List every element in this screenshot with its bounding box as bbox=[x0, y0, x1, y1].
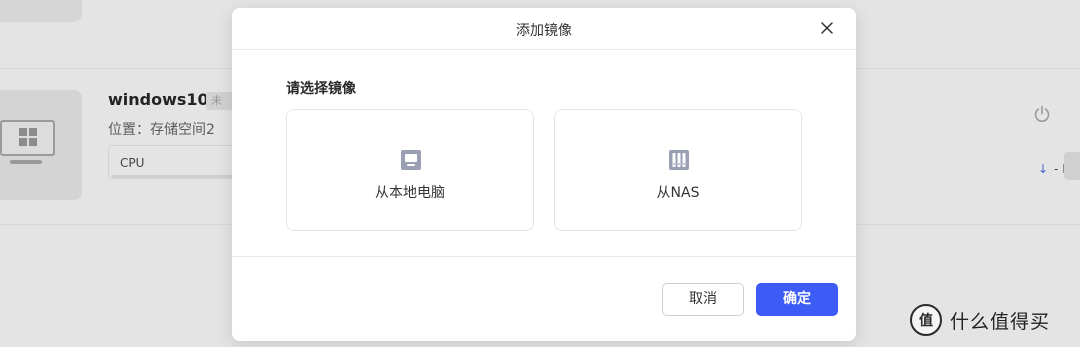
option-from-nas[interactable]: 从NAS bbox=[554, 109, 802, 231]
power-icon[interactable] bbox=[1032, 104, 1052, 124]
option-from-local-computer[interactable]: 从本地电脑 bbox=[286, 109, 534, 231]
cancel-button[interactable]: 取消 bbox=[662, 283, 744, 316]
watermark-logo-icon: 值 bbox=[910, 304, 942, 336]
option-label: 从本地电脑 bbox=[375, 185, 445, 201]
footer-divider bbox=[232, 256, 856, 257]
confirm-button[interactable]: 确定 bbox=[756, 283, 838, 316]
option-label: 从NAS bbox=[656, 185, 700, 201]
cpu-usage-bar bbox=[112, 175, 232, 178]
monitor-stand bbox=[10, 160, 42, 164]
svg-text:值: 值 bbox=[919, 312, 933, 329]
watermark-text: 什么值得买 bbox=[950, 310, 1051, 333]
computer-icon bbox=[401, 150, 421, 170]
vm-location: 位置：存储空间2 bbox=[108, 122, 215, 138]
windows-logo-icon bbox=[19, 128, 37, 146]
dialog-header: 添加镜像 bbox=[232, 8, 856, 50]
previous-vm-card bbox=[0, 0, 82, 22]
section-title: 请选择镜像 bbox=[286, 81, 356, 97]
vm-name: windows10 bbox=[108, 90, 209, 109]
watermark: 值 什么值得买 bbox=[910, 302, 1050, 338]
cpu-label: CPU bbox=[120, 156, 145, 170]
add-image-dialog: 添加镜像 请选择镜像 从本地电脑 从NAS 取消 确定 bbox=[232, 8, 856, 341]
nas-icon bbox=[669, 150, 689, 170]
close-icon[interactable] bbox=[820, 21, 834, 35]
side-panel-tab bbox=[1064, 152, 1080, 180]
download-arrow-icon: ↓ bbox=[1038, 162, 1049, 176]
dialog-title: 添加镜像 bbox=[516, 23, 572, 39]
